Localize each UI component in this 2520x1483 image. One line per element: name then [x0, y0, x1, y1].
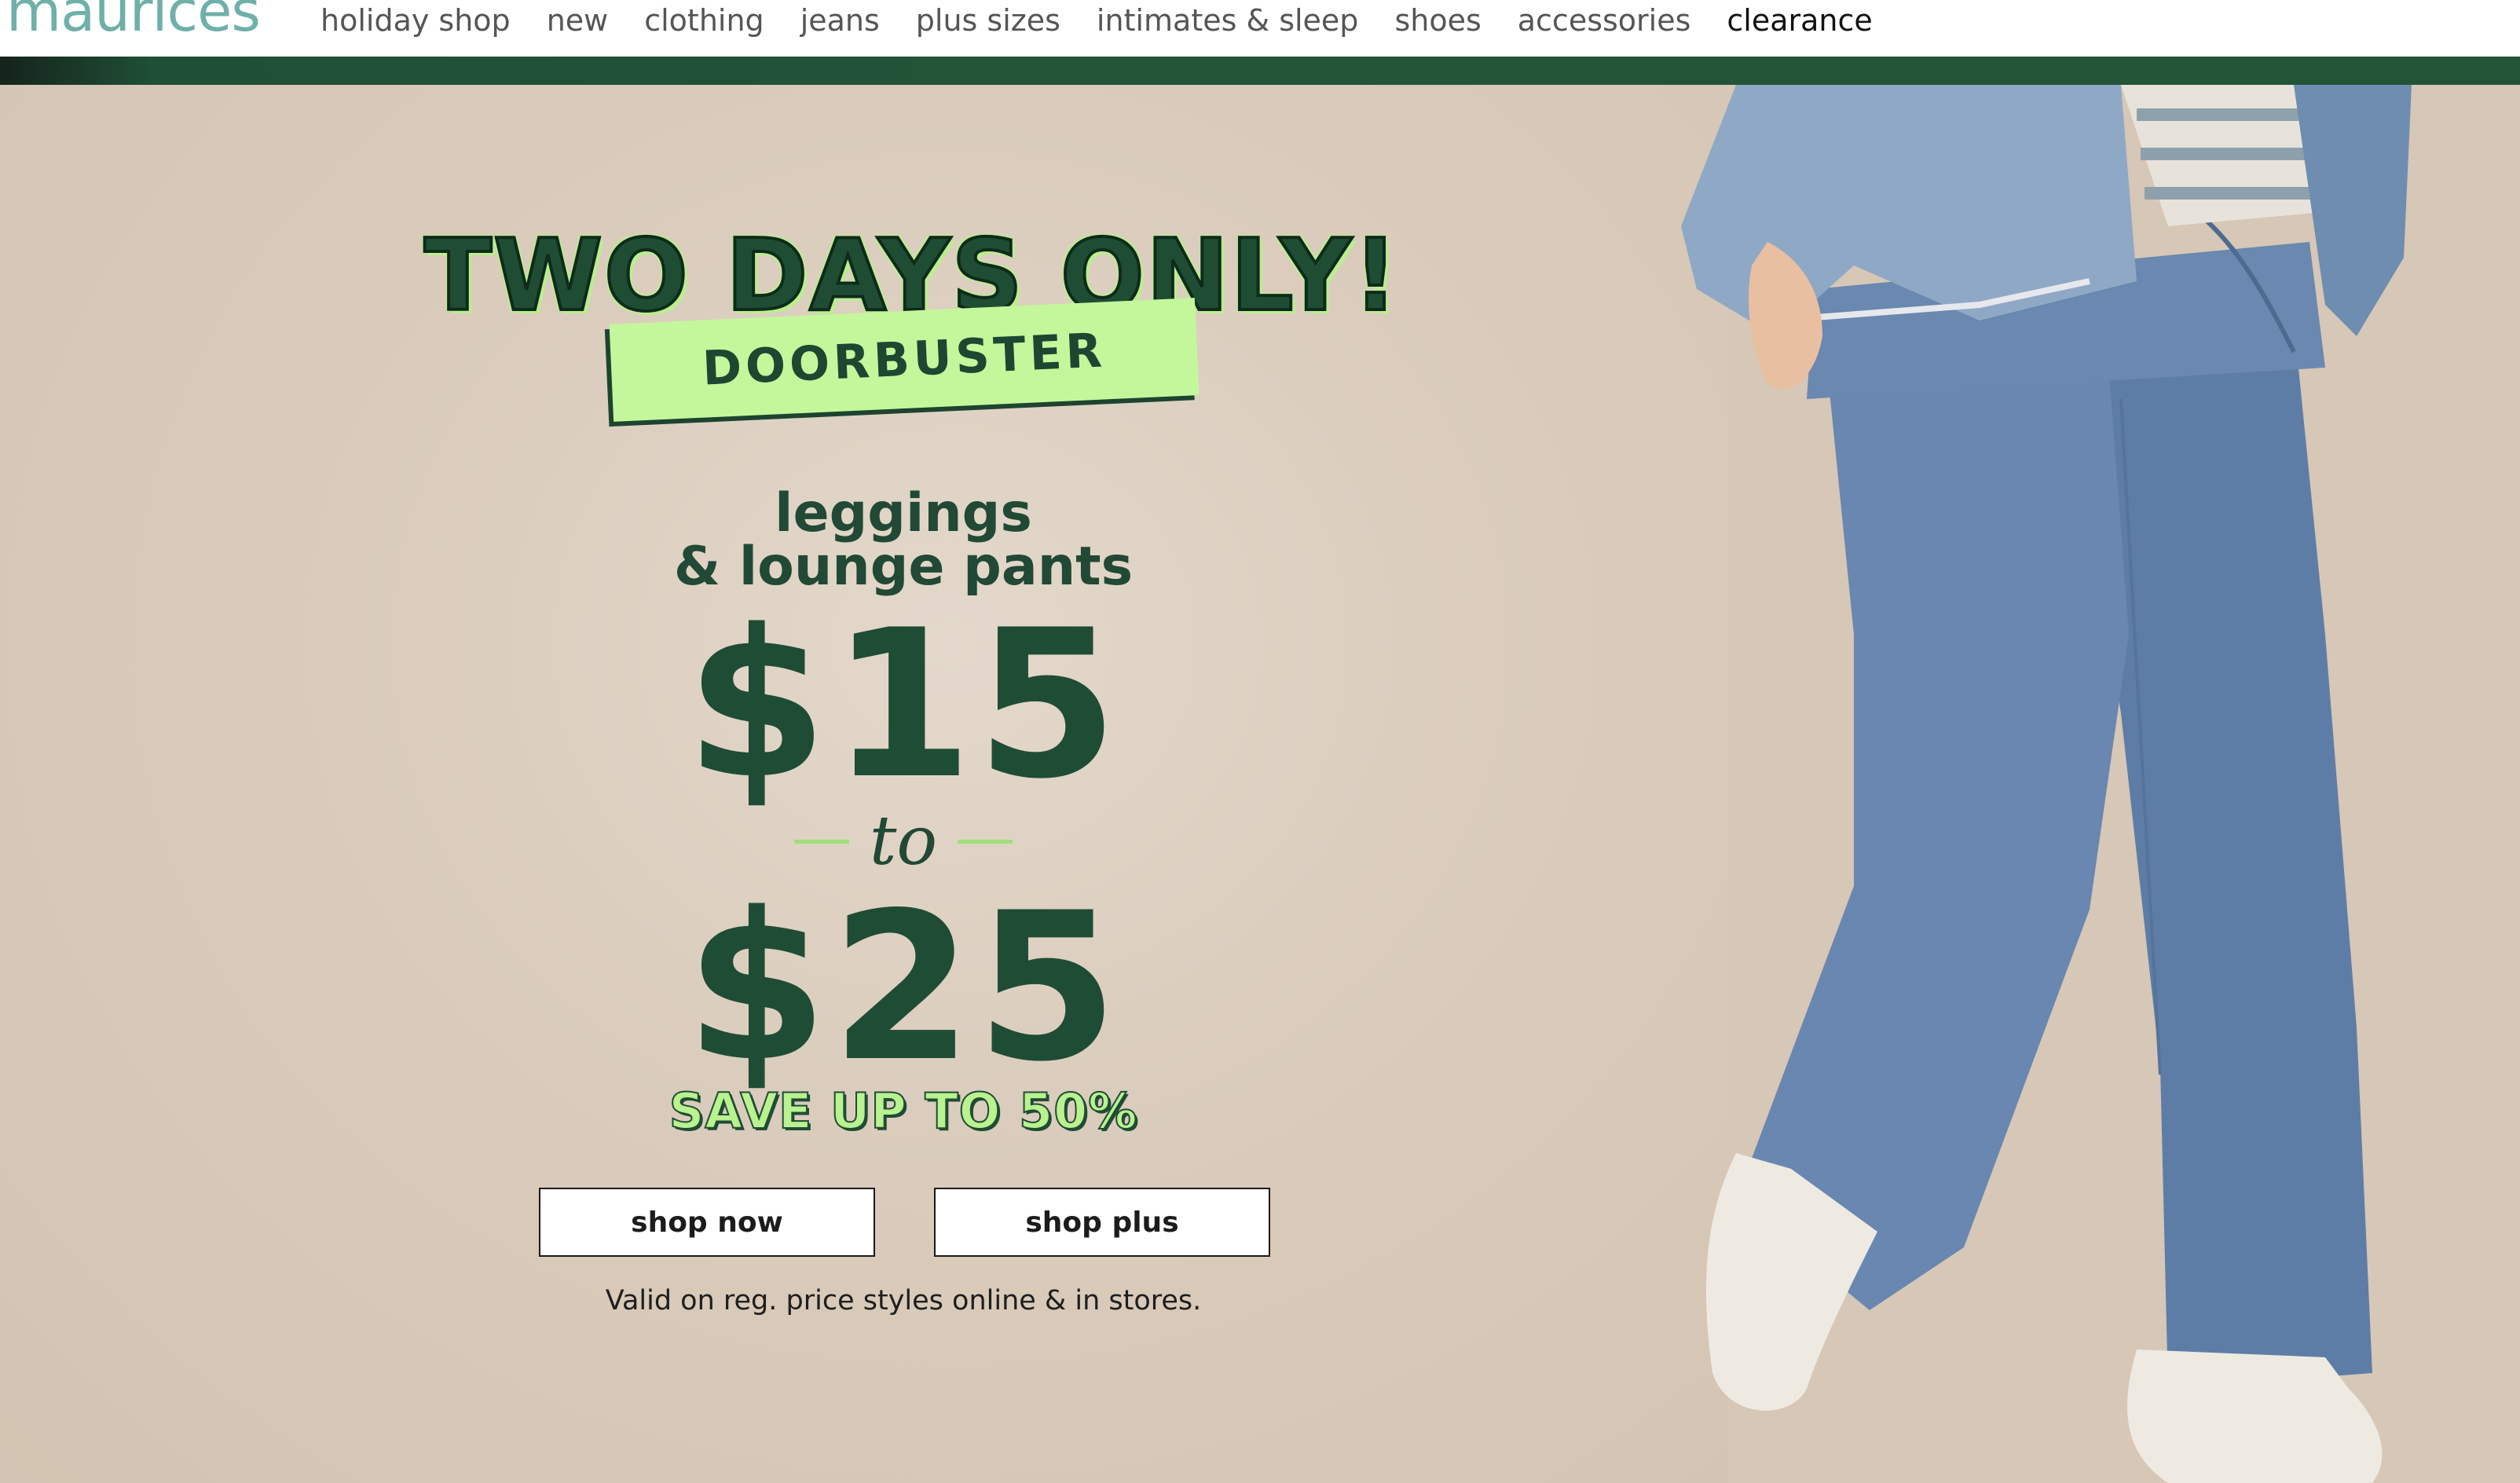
maurices-logo[interactable]: maurices	[6, 0, 261, 39]
nav-clothing[interactable]: clothing	[644, 2, 764, 39]
price-low: $15	[685, 587, 1122, 824]
nav-intimates-sleep[interactable]: intimates & sleep	[1097, 2, 1359, 39]
nav-shoes[interactable]: shoes	[1394, 2, 1481, 39]
nav-plus-sizes[interactable]: plus sizes	[916, 2, 1060, 39]
pants-left-leg	[1736, 320, 2129, 1310]
model-photo	[1681, 85, 2412, 1483]
nav-clearance[interactable]: clearance	[1727, 2, 1872, 39]
shop-plus-button[interactable]: shop plus	[934, 1188, 1270, 1257]
connector-word: to	[869, 802, 938, 881]
disclaimer-text: Valid on reg. price styles online & in s…	[605, 1285, 1202, 1316]
promo-subtitle-line1: leggings	[775, 482, 1032, 544]
price-connector: to	[440, 807, 1367, 875]
nav-holiday-shop[interactable]: holiday shop	[320, 2, 511, 39]
main-menu: holiday shop new clothing jeans plus siz…	[320, 2, 1909, 39]
price-high: $25	[685, 870, 1122, 1107]
divider-line-right	[958, 839, 1013, 844]
savings-text: SAVE UP TO 50%	[668, 1082, 1138, 1140]
doorbuster-label: DOORBUSTER	[701, 323, 1108, 397]
shop-now-button[interactable]: shop now	[539, 1188, 875, 1257]
hero-banner[interactable]: TWO DAYS ONLY! DOORBUSTER leggings & lou…	[0, 85, 2520, 1483]
nav-jeans[interactable]: jeans	[800, 2, 880, 39]
divider-line-left	[793, 839, 849, 844]
promo-accent-bar	[0, 57, 2520, 85]
top-navigation: maurices holiday shop new clothing jeans…	[0, 0, 2520, 57]
shirt-stripe	[2145, 187, 2337, 200]
nav-accessories[interactable]: accessories	[1518, 2, 1691, 39]
promo-subtitle-line2: & lounge pants	[673, 536, 1134, 598]
nav-new[interactable]: new	[547, 2, 609, 39]
